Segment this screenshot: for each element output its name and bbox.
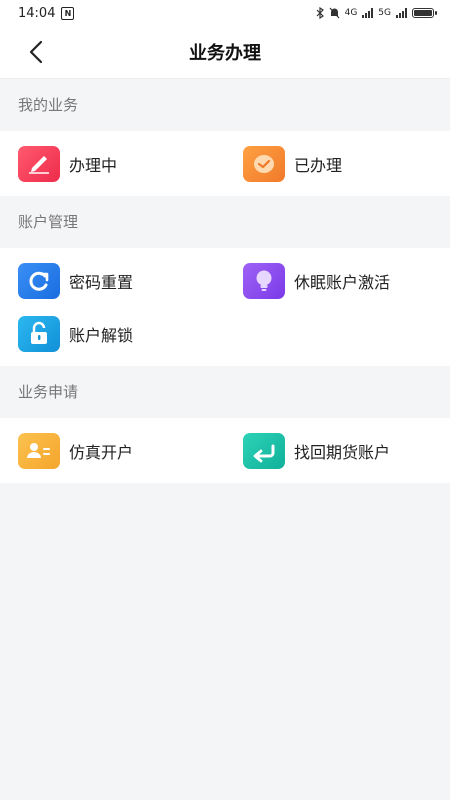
back-button[interactable] — [22, 38, 50, 66]
status-time: 14:04 — [18, 5, 56, 21]
battery-icon — [412, 8, 437, 18]
item-label: 找回期货账户 — [294, 442, 391, 462]
refresh-icon — [18, 262, 60, 299]
item-label: 仿真开户 — [69, 442, 134, 462]
item-in-progress[interactable]: 办理中 — [0, 137, 225, 190]
item-label: 已办理 — [294, 155, 343, 175]
item-simulated-account-opening[interactable]: 仿真开户 — [0, 424, 225, 477]
network-4g-label: 4G — [344, 8, 358, 18]
signal-icon-2 — [396, 8, 407, 18]
chevron-left-icon — [29, 40, 43, 64]
unlock-icon — [18, 315, 60, 352]
section-business-application: 仿真开户 找回期货账户 — [0, 418, 450, 483]
status-left: 14:04 N — [18, 5, 75, 21]
return-arrow-icon — [243, 432, 285, 469]
item-label: 账户解锁 — [69, 325, 134, 345]
section-account-management: 密码重置 休眠账户激活 账户解锁 — [0, 248, 450, 366]
item-label: 休眠账户激活 — [294, 272, 391, 292]
mute-bell-icon — [329, 7, 340, 19]
item-dormant-account-activation[interactable]: 休眠账户激活 — [225, 254, 450, 307]
nfc-icon: N — [61, 6, 75, 20]
network-5g-label: 5G — [378, 8, 391, 18]
bluetooth-icon — [316, 7, 324, 19]
item-label: 密码重置 — [69, 272, 134, 292]
status-right: 4G 5G — [316, 7, 437, 19]
nav-bar: 业务办理 — [0, 26, 450, 79]
section-header-business-application: 业务申请 — [0, 366, 450, 418]
lightbulb-icon — [243, 262, 285, 299]
page-title: 业务办理 — [189, 43, 261, 64]
check-circle-icon — [243, 145, 285, 182]
item-label: 办理中 — [69, 155, 118, 175]
status-bar: 14:04 N 4G 5G — [0, 0, 450, 26]
item-account-unlock[interactable]: 账户解锁 — [0, 307, 225, 360]
section-header-account-management: 账户管理 — [0, 196, 450, 248]
section-header-my-business: 我的业务 — [0, 79, 450, 131]
pen-icon — [18, 145, 60, 182]
item-password-reset[interactable]: 密码重置 — [0, 254, 225, 307]
section-my-business: 办理中 已办理 — [0, 131, 450, 196]
signal-icon-1 — [362, 8, 374, 18]
item-completed[interactable]: 已办理 — [225, 137, 450, 190]
item-retrieve-futures-account[interactable]: 找回期货账户 — [225, 424, 450, 477]
id-card-icon — [18, 432, 60, 469]
